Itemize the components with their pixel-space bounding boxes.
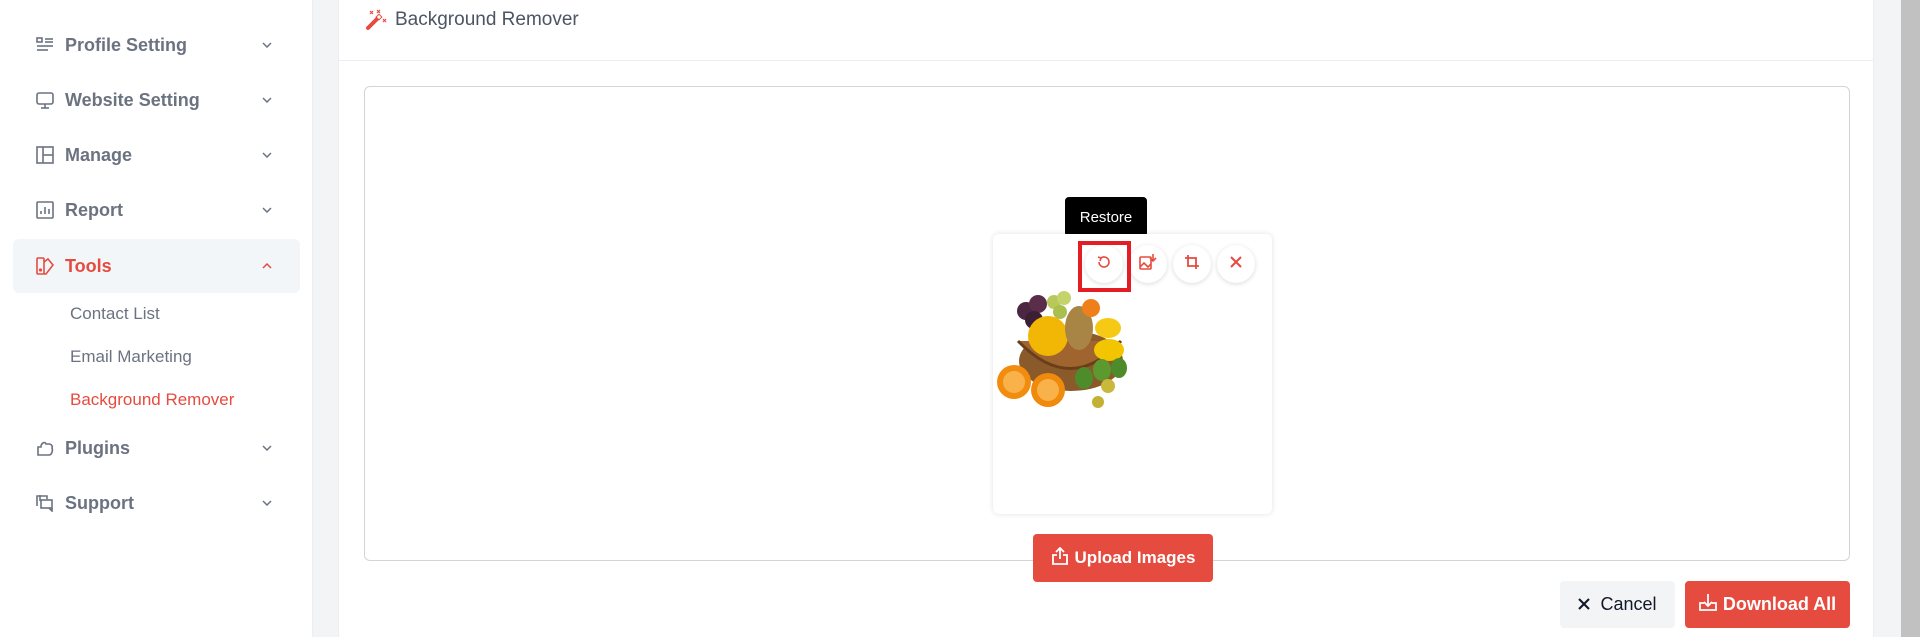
card-header: Background Remover xyxy=(339,0,1873,61)
tools-icon xyxy=(35,256,55,276)
upload-images-label: Upload Images xyxy=(1074,548,1196,567)
sidebar-item-label: Website Setting xyxy=(65,89,200,110)
sidebar-item-report[interactable]: Report xyxy=(13,183,300,237)
background-remover-card: Background Remover Restore Upload Images… xyxy=(338,0,1874,637)
chevron-down-icon xyxy=(261,39,273,51)
sidebar-subitem-contact-list[interactable]: Contact List xyxy=(70,304,160,324)
sidebar-item-label: Support xyxy=(65,492,134,513)
sidebar-item-label: Manage xyxy=(65,144,133,165)
chevron-down-icon xyxy=(261,204,273,216)
sidebar-subitem-email-marketing[interactable]: Email Marketing xyxy=(70,347,192,367)
sidebar-item-support[interactable]: Support xyxy=(13,476,300,530)
tooltip-restore: Restore xyxy=(1065,197,1147,237)
cancel-label: Cancel xyxy=(1600,594,1657,614)
download-all-label: Download All xyxy=(1722,594,1837,614)
chevron-up-icon xyxy=(261,260,273,272)
chat-icon xyxy=(35,493,55,513)
download-all-button[interactable]: Download All xyxy=(1685,581,1850,628)
close-icon xyxy=(1229,255,1243,274)
profile-list-icon xyxy=(35,35,55,55)
chart-icon xyxy=(35,200,55,220)
upload-icon xyxy=(1051,546,1075,570)
sidebar-item-profile-setting[interactable]: Profile Setting xyxy=(13,18,300,72)
sidebar-item-manage[interactable]: Manage xyxy=(13,128,300,182)
magic-wand-icon xyxy=(365,9,387,31)
chevron-down-icon xyxy=(261,149,273,161)
sidebar-item-plugins[interactable]: Plugins xyxy=(13,421,300,475)
sidebar-item-website-setting[interactable]: Website Setting xyxy=(13,73,300,127)
sidebar-item-label: Tools xyxy=(65,255,112,276)
download-icon xyxy=(1698,593,1723,616)
restore-highlight-box xyxy=(1078,241,1131,292)
chevron-down-icon xyxy=(261,94,273,106)
monitor-icon xyxy=(35,90,55,110)
fruit-basket-image xyxy=(997,291,1127,408)
sidebar-item-label: Profile Setting xyxy=(65,34,188,55)
download-image-button[interactable] xyxy=(1129,245,1167,283)
upload-dropzone[interactable]: Restore Upload Images xyxy=(364,86,1850,582)
remove-image-button[interactable] xyxy=(1217,245,1255,283)
crop-icon xyxy=(1184,254,1200,275)
sidebar-item-tools[interactable]: Tools xyxy=(13,239,300,293)
image-preview-card xyxy=(993,234,1272,514)
sidebar-subitem-background-remover[interactable]: Background Remover xyxy=(70,390,234,410)
layout-icon xyxy=(35,145,55,165)
close-icon xyxy=(1578,594,1600,615)
sidebar-item-label: Plugins xyxy=(65,437,131,458)
crop-button[interactable] xyxy=(1173,245,1211,283)
chevron-down-icon xyxy=(261,442,273,454)
sidebar-item-label: Report xyxy=(65,199,123,220)
page-scrollbar[interactable] xyxy=(1901,0,1920,637)
puzzle-icon xyxy=(35,438,55,458)
image-download-icon xyxy=(1139,253,1157,276)
chevron-down-icon xyxy=(261,497,273,509)
cancel-button[interactable]: Cancel xyxy=(1560,581,1675,628)
upload-images-button[interactable]: Upload Images xyxy=(1033,534,1213,582)
sidebar: Profile Setting Website Setting Manage R… xyxy=(0,0,313,637)
page-title: Background Remover xyxy=(395,9,579,30)
